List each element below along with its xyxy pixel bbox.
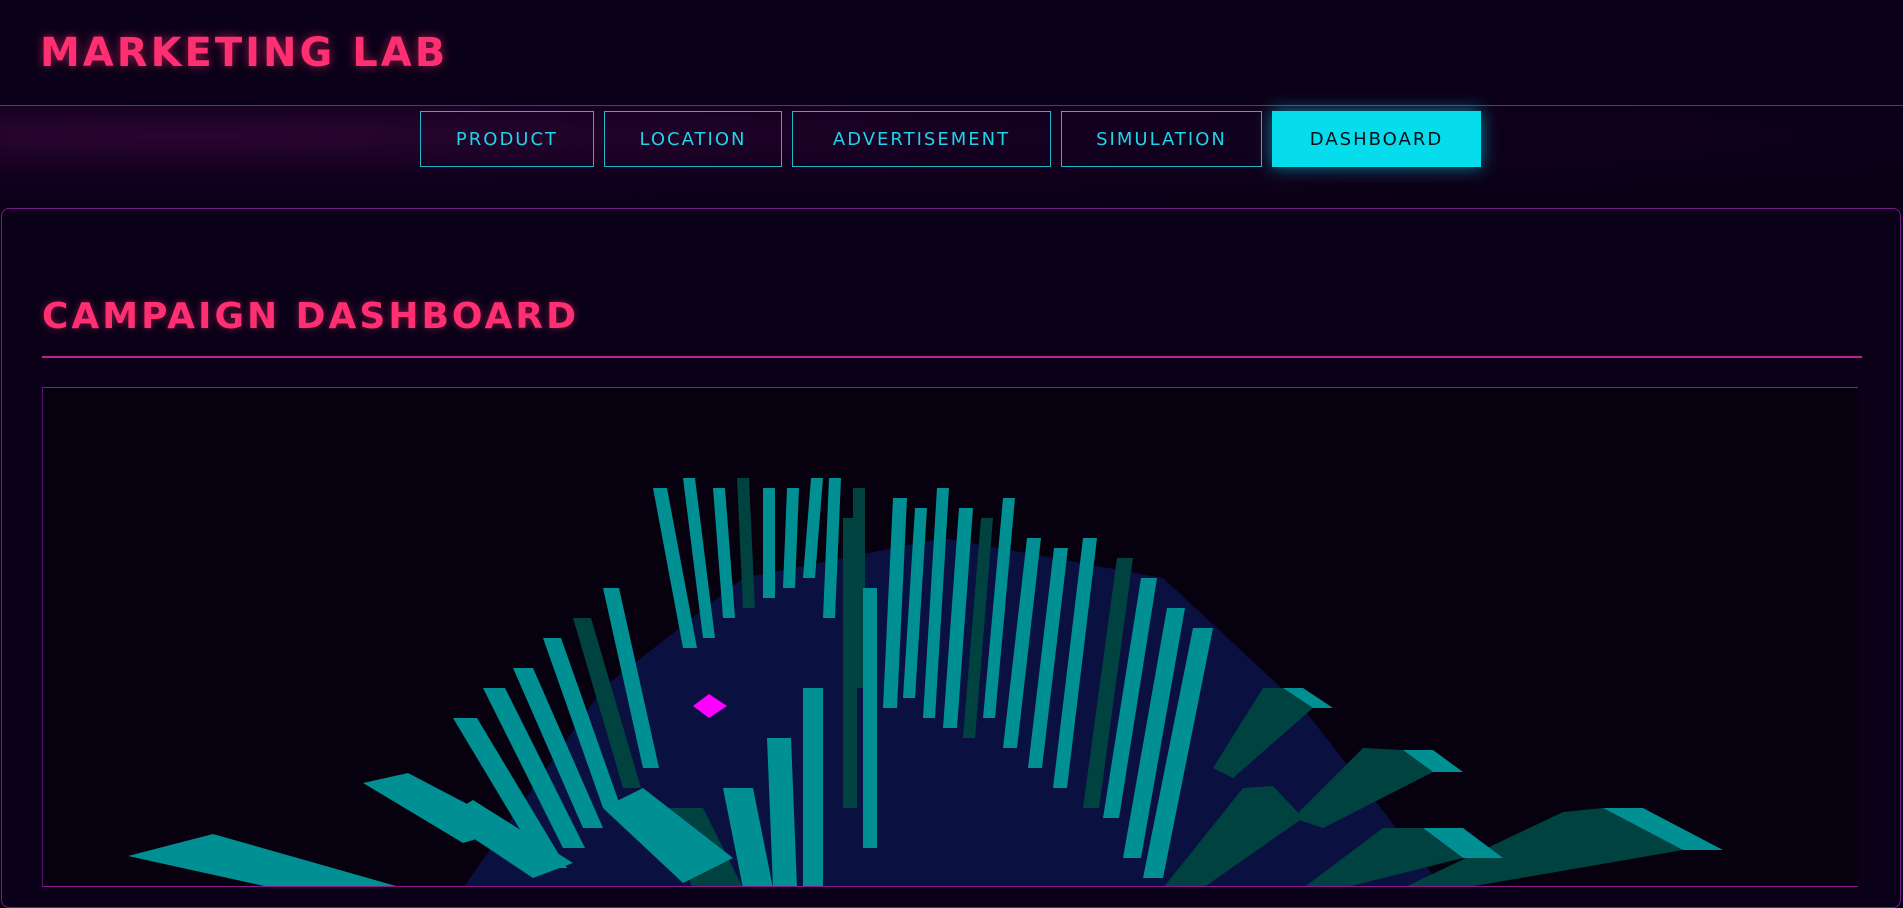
- building-bar: [803, 688, 823, 886]
- building-slab: [128, 834, 396, 886]
- dashboard-title: CAMPAIGN DASHBOARD: [42, 296, 579, 337]
- tab-advertisement[interactable]: ADVERTISEMENT: [792, 111, 1051, 167]
- tab-simulation[interactable]: SIMULATION: [1061, 111, 1262, 167]
- building-bar: [863, 588, 877, 848]
- city-visualization[interactable]: [42, 387, 1858, 887]
- tab-dashboard[interactable]: DASHBOARD: [1272, 111, 1481, 167]
- building-bar: [713, 488, 735, 618]
- building-bar: [843, 518, 857, 808]
- app-header: MARKETING LAB: [0, 0, 1903, 106]
- city-visualization-canvas[interactable]: [43, 388, 1858, 887]
- tab-location[interactable]: LOCATION: [604, 111, 782, 167]
- tab-product[interactable]: PRODUCT: [420, 111, 594, 167]
- building-bar: [763, 488, 775, 598]
- dashboard-panel: CAMPAIGN DASHBOARD: [1, 208, 1901, 908]
- app-title: MARKETING LAB: [40, 30, 449, 76]
- title-divider: [42, 356, 1862, 358]
- tab-bar: PRODUCT LOCATION ADVERTISEMENT SIMULATIO…: [0, 106, 1903, 206]
